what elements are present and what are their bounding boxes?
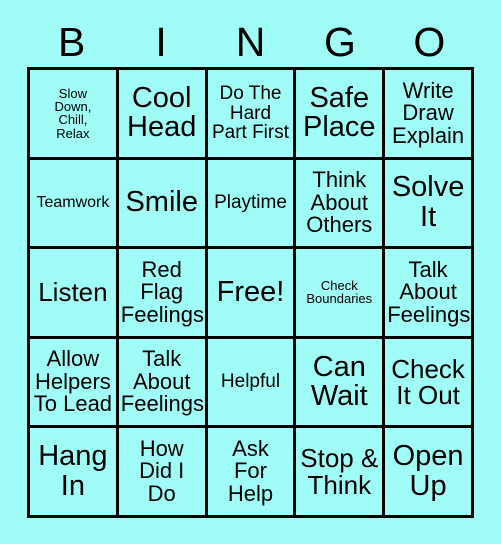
bingo-cell[interactable]: Stop & Think [296,428,386,518]
bingo-cell-label: Smile [125,186,198,219]
bingo-cell[interactable]: Allow Helpers To Lead [30,338,119,429]
bingo-cell-label: Stop & Think [300,443,379,500]
bingo-cell[interactable]: Check It Out [385,338,474,429]
bingo-cell[interactable]: Open Up [385,428,474,518]
bingo-cell-label: Write Draw Explain [392,77,465,148]
bingo-cell[interactable]: Ask For Help [207,428,297,518]
bingo-cell[interactable]: Talk About Feelings [385,249,474,339]
bingo-cell[interactable]: Red Flag Feelings [118,249,208,339]
bingo-cell[interactable]: Listen [30,249,119,339]
bingo-cell-label: How Did I Do [139,436,185,506]
bingo-header-row: B I N G O [27,18,474,66]
bingo-cell-label: Think About Others [306,167,373,238]
bingo-cell-label: Cool Head [127,81,197,144]
bingo-grid: Slow Down, Chill, Relax Cool Head Do The H… [27,67,474,518]
bingo-cell[interactable]: Check Boundaries [296,249,386,339]
bingo-card: B I N G O Slow Down, Chill, Relax Cool He… [0,0,501,544]
bingo-cell-label: Allow Helpers To Lead [33,346,113,417]
bingo-cell[interactable]: Do The Hard Part First [207,70,297,160]
bingo-cell[interactable]: Teamwork [30,159,119,250]
bingo-cell-label: Do The Hard Part First [211,83,290,143]
bingo-cell[interactable]: Can Wait [296,338,386,429]
bingo-cell[interactable]: Playtime [207,159,297,250]
bingo-cell-label: Check It Out [391,353,465,411]
bingo-cell-label: Hang In [38,440,108,502]
bingo-cell-label: Playtime [214,192,287,214]
bingo-cell-label: Free! [216,275,285,308]
bingo-cell-label: Listen [38,277,108,308]
bingo-cell[interactable]: Slow Down, Chill, Relax [30,70,119,160]
bingo-header-letter-g: G [323,18,356,65]
bingo-cell-label: Talk About Feelings [387,256,471,327]
bingo-cell-label: Ask For Help [227,436,274,506]
bingo-cell-label: Teamwork [36,193,110,211]
bingo-header-letter-n: N [235,18,266,65]
bingo-cell[interactable]: Helpful [207,338,297,429]
bingo-header-letter-i: I [155,18,167,65]
bingo-header-letter-b: B [58,18,86,65]
bingo-cell-label: Open Up [392,440,464,502]
bingo-cell[interactable]: Hang In [30,428,119,518]
bingo-cell-label: Safe Place [303,81,376,144]
bingo-cell-label: Check Boundaries [306,278,373,307]
bingo-cell-label: Can Wait [310,350,368,413]
bingo-cell[interactable]: Talk About Feelings [118,338,208,429]
bingo-cell-free[interactable]: Free! [207,249,297,339]
bingo-cell[interactable]: Solve It [385,159,474,250]
bingo-cell[interactable]: How Did I Do [118,428,208,518]
bingo-cell-label: Talk About Feelings [120,346,204,417]
bingo-cell[interactable]: Cool Head [118,70,208,160]
bingo-cell-label: Red Flag Feelings [120,256,204,327]
bingo-cell-label: Helpful [220,371,281,393]
bingo-cell-label: Slow Down, Chill, Relax [54,85,92,141]
bingo-cell[interactable]: Smile [118,159,208,250]
bingo-cell[interactable]: Think About Others [296,159,386,250]
bingo-cell[interactable]: Write Draw Explain [385,70,474,160]
bingo-cell-label: Solve It [391,171,465,233]
bingo-header-letter-o: O [413,18,446,65]
bingo-cell[interactable]: Safe Place [296,70,386,160]
